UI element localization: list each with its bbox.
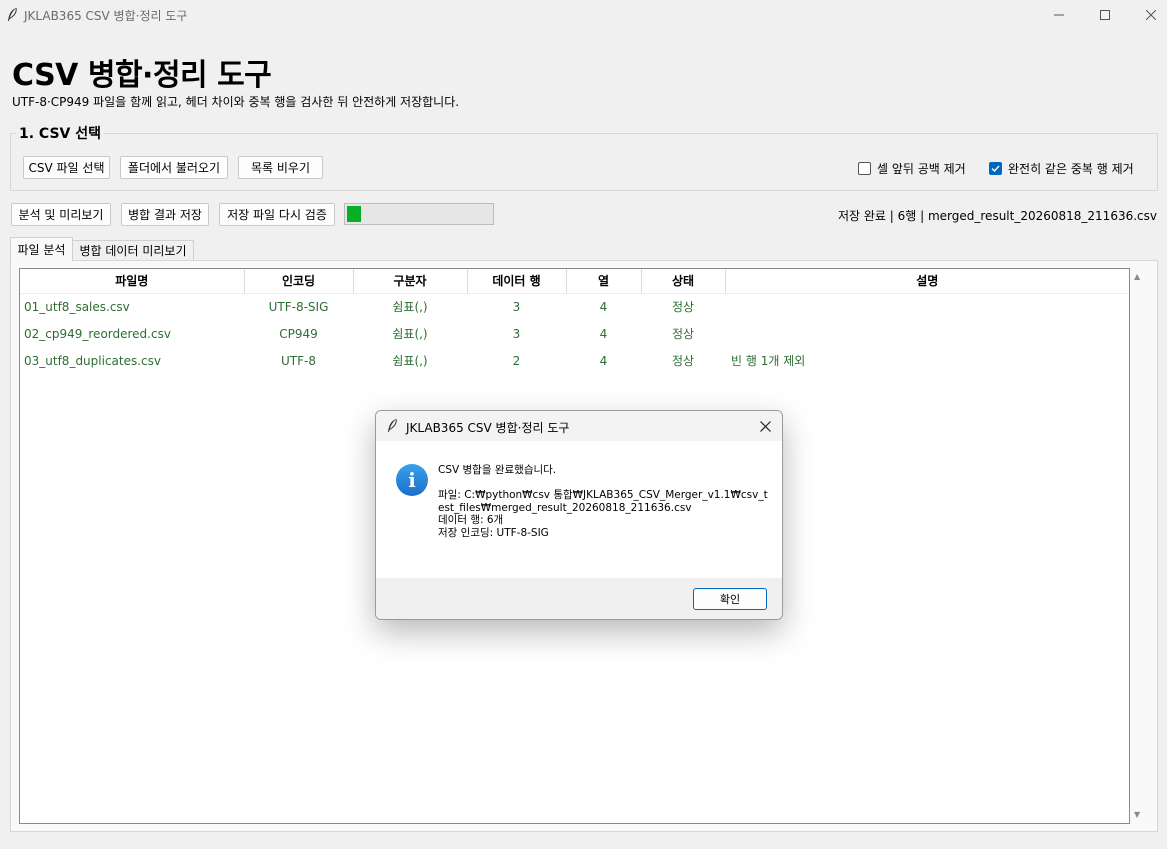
cell-cols: 4 xyxy=(599,353,608,368)
cell-cols: 4 xyxy=(599,299,608,314)
close-icon xyxy=(1146,10,1156,20)
remove-duplicates-label: 완전히 같은 중복 행 제거 xyxy=(1008,162,1134,176)
completion-dialog: JKLAB365 CSV 병합·정리 도구 i CSV 병합을 완료했습니다. … xyxy=(375,410,783,620)
column-header-note[interactable]: 설명 xyxy=(725,269,1129,294)
dialog-message: CSV 병합을 완료했습니다. 파일: C:₩python₩csv 통합₩JKL… xyxy=(438,464,768,539)
minimize-icon xyxy=(1054,14,1064,16)
window-titlebar: JKLAB365 CSV 병합·정리 도구 xyxy=(0,0,1167,30)
ok-button[interactable]: 확인 xyxy=(693,588,767,610)
cell-note: 빈 행 1개 제외 xyxy=(731,354,806,368)
feather-icon xyxy=(8,7,17,21)
save-merged-button[interactable]: 병합 결과 저장 xyxy=(121,203,209,226)
status-text: 저장 완료 | 6행 | merged_result_20260818_2116… xyxy=(837,209,1157,223)
column-header-cols[interactable]: 열 xyxy=(566,269,642,294)
close-icon xyxy=(759,420,771,432)
tab-file-analysis[interactable]: 파일 분석 xyxy=(10,237,73,261)
analyze-preview-button[interactable]: 분석 및 미리보기 xyxy=(11,203,111,226)
table-row[interactable]: 02_cp949_reordered.csv CP949 쉼표(,) 3 4 정… xyxy=(20,320,1129,347)
cell-status: 정상 xyxy=(671,327,695,341)
scroll-down-arrow-icon[interactable]: ▼ xyxy=(1134,810,1140,819)
cell-filename: 02_cp949_reordered.csv xyxy=(24,326,171,341)
info-icon: i xyxy=(396,464,428,496)
table-header-row: 파일명 인코딩 구분자 데이터 행 열 상태 설명 xyxy=(20,269,1129,294)
cell-delimiter: 쉼표(,) xyxy=(392,327,428,341)
cell-status: 정상 xyxy=(671,354,695,368)
cell-rows: 3 xyxy=(512,299,521,314)
column-header-filename[interactable]: 파일명 xyxy=(20,269,245,294)
column-header-status[interactable]: 상태 xyxy=(641,269,726,294)
cell-rows: 3 xyxy=(512,326,521,341)
dialog-titlebar: JKLAB365 CSV 병합·정리 도구 xyxy=(376,411,782,441)
cell-delimiter: 쉼표(,) xyxy=(392,354,428,368)
cell-encoding: UTF-8-SIG xyxy=(268,299,329,314)
maximize-icon xyxy=(1100,10,1110,20)
column-header-encoding[interactable]: 인코딩 xyxy=(244,269,354,294)
cell-cols: 4 xyxy=(599,326,608,341)
clear-list-button[interactable]: 목록 비우기 xyxy=(238,156,323,179)
progress-bar xyxy=(344,203,494,225)
scroll-up-arrow-icon[interactable]: ▲ xyxy=(1134,272,1140,281)
verify-saved-file-button[interactable]: 저장 파일 다시 검증 xyxy=(219,203,335,226)
progress-fill xyxy=(347,206,361,222)
cell-status: 정상 xyxy=(671,300,695,315)
close-window-button[interactable] xyxy=(1128,0,1167,30)
cell-encoding: CP949 xyxy=(279,326,318,341)
trim-spaces-checkbox[interactable]: 셀 앞뒤 공백 제거 xyxy=(858,160,966,177)
trim-spaces-label: 셀 앞뒤 공백 제거 xyxy=(877,162,966,176)
csv-select-group-title: 1. CSV 선택 xyxy=(16,123,105,143)
minimize-button[interactable] xyxy=(1036,0,1082,30)
select-csv-files-button[interactable]: CSV 파일 선택 xyxy=(23,156,110,179)
window-title: JKLAB365 CSV 병합·정리 도구 xyxy=(24,9,188,23)
remove-duplicates-checkbox[interactable]: 완전히 같은 중복 행 제거 xyxy=(989,160,1134,177)
column-header-delimiter[interactable]: 구분자 xyxy=(353,269,468,294)
cell-rows: 2 xyxy=(512,353,521,368)
dialog-title: JKLAB365 CSV 병합·정리 도구 xyxy=(406,421,570,435)
table-row[interactable]: 03_utf8_duplicates.csv UTF-8 쉼표(,) 2 4 정… xyxy=(20,347,1129,374)
feather-icon xyxy=(388,418,397,432)
maximize-button[interactable] xyxy=(1082,0,1128,30)
page-title: CSV 병합·정리 도구 xyxy=(12,58,272,93)
cell-encoding: UTF-8 xyxy=(281,353,316,368)
load-folder-button[interactable]: 폴더에서 불러오기 xyxy=(120,156,228,179)
checkbox-checked-icon xyxy=(989,162,1002,175)
dialog-close-button[interactable] xyxy=(756,417,774,435)
cell-note xyxy=(725,293,1129,320)
column-header-rows[interactable]: 데이터 행 xyxy=(467,269,567,294)
cell-filename: 01_utf8_sales.csv xyxy=(24,299,130,314)
page-subtitle: UTF-8·CP949 파일을 함께 읽고, 헤더 차이와 중복 행을 검사한 … xyxy=(12,95,460,109)
table-row[interactable]: 01_utf8_sales.csv UTF-8-SIG 쉼표(,) 3 4 정상 xyxy=(20,293,1129,320)
dialog-body: i CSV 병합을 완료했습니다. 파일: C:₩python₩csv 통합₩J… xyxy=(376,441,782,578)
dialog-footer: 확인 xyxy=(376,578,782,619)
checkbox-unchecked-icon xyxy=(858,162,871,175)
cell-note xyxy=(725,320,1129,347)
tab-merged-preview[interactable]: 병합 데이터 미리보기 xyxy=(73,240,194,260)
cell-filename: 03_utf8_duplicates.csv xyxy=(24,353,162,368)
cell-delimiter: 쉼표(,) xyxy=(392,300,428,315)
